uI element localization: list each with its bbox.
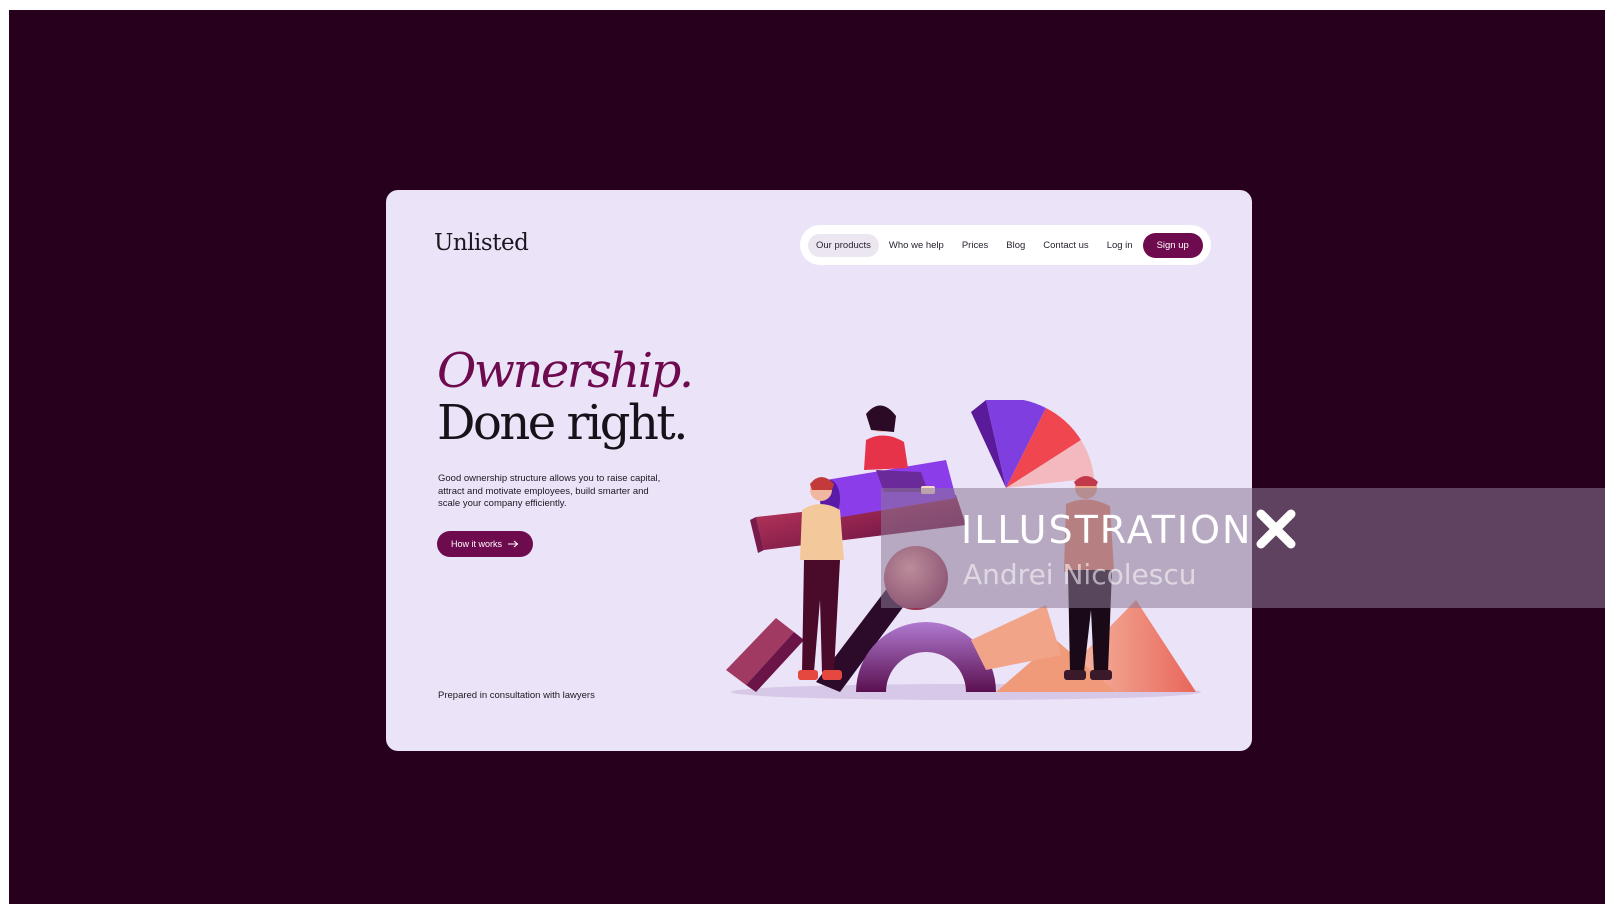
nav-blog[interactable]: Blog [998, 234, 1033, 257]
sign-up-button[interactable]: Sign up [1142, 232, 1203, 258]
headline-main: Done right. [437, 395, 688, 451]
arrow-right-icon [508, 540, 519, 548]
illustration-watermark: ILLUSTRATION Andrei Nicolescu [881, 488, 1605, 608]
top-navigation: Our products Who we help Prices Blog Con… [800, 225, 1211, 265]
brand-logo[interactable]: Unlisted [434, 230, 529, 256]
x-logo-icon [1256, 509, 1296, 549]
nav-contact-us[interactable]: Contact us [1035, 234, 1096, 257]
hero-description: Good ownership structure allows you to r… [438, 473, 661, 509]
nav-our-products[interactable]: Our products [808, 233, 879, 257]
nav-who-we-help[interactable]: Who we help [881, 234, 952, 257]
hero-headline: Ownership. Done right. [437, 343, 694, 451]
watermark-artist: Andrei Nicolescu [963, 558, 1197, 591]
landing-page-card: Unlisted Our products Who we help Prices… [386, 190, 1252, 751]
nav-log-in[interactable]: Log in [1099, 234, 1141, 257]
watermark-title: ILLUSTRATION [961, 508, 1253, 552]
nav-prices[interactable]: Prices [954, 234, 996, 257]
headline-italic: Ownership. [437, 343, 694, 399]
backdrop: Unlisted Our products Who we help Prices… [9, 10, 1605, 904]
how-it-works-label: How it works [451, 539, 503, 549]
consultation-note: Prepared in consultation with lawyers [438, 690, 595, 701]
how-it-works-button[interactable]: How it works [437, 531, 534, 557]
